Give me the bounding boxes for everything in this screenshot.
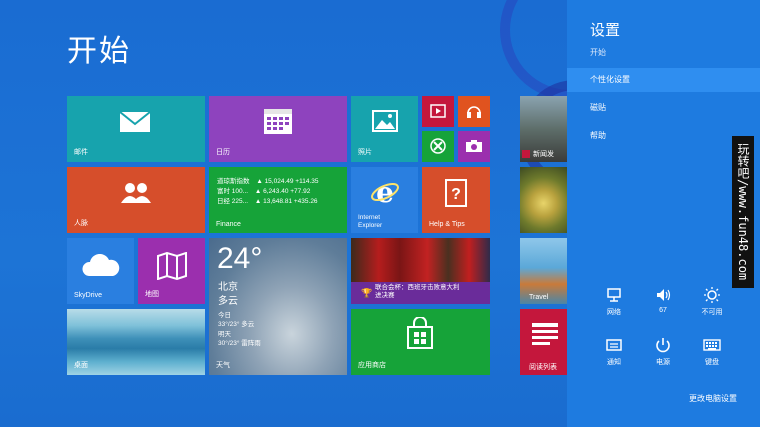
- tile-video[interactable]: [422, 96, 454, 127]
- quick-setting-label: 键盘: [705, 359, 719, 366]
- weather-temp: 24°: [217, 242, 263, 275]
- menu-personalize[interactable]: 个性化设置: [567, 68, 760, 92]
- tile-label: SkyDrive: [74, 292, 103, 299]
- video-icon: [430, 104, 446, 118]
- photos-icon: [372, 110, 398, 132]
- tile-games[interactable]: [422, 131, 454, 162]
- network-icon: [607, 288, 621, 302]
- store-bag-icon: [407, 317, 433, 349]
- tile-internet-explorer[interactable]: e Internet Explorer: [351, 167, 418, 233]
- ie-label: Internet Explorer: [358, 214, 382, 230]
- tile-label: 应用商店: [358, 362, 386, 369]
- quick-setting-label: 67: [659, 307, 667, 314]
- tile-weather[interactable]: 24° 北京 多云 今日 33°/23° 多云 明天 30°/23° 雷阵雨 天…: [209, 238, 347, 375]
- notifications-icon: [606, 339, 622, 351]
- quick-setting-notifications[interactable]: 通知: [589, 336, 639, 367]
- keyboard-icon: [703, 339, 721, 351]
- tile-label: Travel: [529, 294, 549, 301]
- tile-label: 照片: [358, 149, 372, 156]
- camera-icon: [466, 140, 482, 152]
- trophy-icon: 🏆: [361, 288, 373, 298]
- tile-label: 新闻发: [533, 151, 554, 158]
- charm-subtitle: 开始: [590, 48, 606, 57]
- tile-music[interactable]: [458, 96, 490, 127]
- ie-label-line1: Internet: [358, 214, 381, 221]
- svg-text:e: e: [376, 177, 394, 207]
- tile-skydrive[interactable]: SkyDrive: [67, 238, 134, 304]
- finance-row: 富时 100... ▲ 6,243.40 +77.92: [217, 188, 311, 195]
- quick-setting-label: 电源: [656, 359, 670, 366]
- internet-explorer-icon: e: [371, 177, 399, 207]
- tile-news[interactable]: 新闻发: [520, 96, 567, 162]
- weather-forecast: 今日 33°/23° 多云 明天 30°/23° 雷阵雨: [218, 312, 261, 348]
- svg-text:?: ?: [451, 186, 461, 203]
- tile-label: 天气: [216, 362, 230, 369]
- mail-icon: [119, 111, 151, 132]
- menu-tiles[interactable]: 磁贴: [567, 96, 760, 120]
- weather-condition: 多云: [218, 296, 238, 307]
- tile-label: Help & Tips: [429, 221, 465, 228]
- tile-label: 邮件: [74, 149, 88, 156]
- headphones-icon: [467, 106, 481, 118]
- people-icon: [121, 183, 151, 203]
- quick-setting-power[interactable]: 电源: [638, 336, 688, 367]
- change-pc-settings-link[interactable]: 更改电脑设置: [689, 393, 737, 404]
- finance-row: 道琼斯指数 ▲ 15,024.49 +114.35: [217, 178, 319, 185]
- reading-list-icon: [532, 323, 558, 345]
- tile-camera[interactable]: [458, 131, 490, 162]
- calendar-icon: [264, 109, 292, 134]
- map-icon: [157, 252, 187, 280]
- volume-icon: [657, 289, 671, 301]
- start-screen: 开始 邮件 日历 照片 人脉 道琼斯指数 ▲ 15,024.49 +114.35…: [0, 0, 567, 427]
- quick-setting-keyboard[interactable]: 键盘: [687, 336, 737, 367]
- finance-rows: 道琼斯指数 ▲ 15,024.49 +114.35 富时 100... ▲ 6,…: [217, 177, 319, 207]
- tile-people[interactable]: 人脉: [67, 167, 205, 233]
- tile-label: 阅读列表: [529, 364, 557, 371]
- tile-label: 日历: [216, 149, 230, 156]
- xbox-games-icon: [430, 138, 446, 154]
- quick-setting-label: 通知: [607, 359, 621, 366]
- cloud-icon: [82, 254, 120, 276]
- tile-maps[interactable]: 地图: [138, 238, 205, 304]
- tile-label: Finance: [216, 221, 241, 228]
- charm-title: 设置: [590, 22, 621, 39]
- forecast-tomorrow-label: 明天: [218, 331, 231, 338]
- sports-headline: 联合会杯：西班牙击败意大利 进决赛: [375, 284, 460, 299]
- tile-photos[interactable]: 照片: [351, 96, 418, 162]
- quick-setting-volume[interactable]: 67: [638, 286, 688, 314]
- brightness-icon: [704, 287, 720, 303]
- help-icon: ?: [445, 179, 467, 207]
- tile-mail[interactable]: 邮件: [67, 96, 205, 162]
- tile-desktop[interactable]: 桌面: [67, 309, 205, 375]
- watermark: 玩转吧/www.fun48.com: [732, 136, 754, 288]
- tile-reading-list[interactable]: 阅读列表: [520, 309, 567, 375]
- page-title: 开始: [67, 35, 131, 68]
- forecast-tomorrow-value: 30°/23° 雷阵雨: [218, 339, 261, 347]
- tile-store[interactable]: 应用商店: [351, 309, 490, 375]
- tile-food[interactable]: [520, 167, 567, 233]
- tile-label: 桌面: [74, 362, 88, 369]
- tile-label: 地图: [145, 291, 159, 298]
- tile-sports[interactable]: 🏆 联合会杯：西班牙击败意大利 进决赛: [351, 238, 490, 304]
- tile-calendar[interactable]: 日历: [209, 96, 347, 162]
- tile-travel[interactable]: Travel: [520, 238, 567, 304]
- tile-help-tips[interactable]: ? Help & Tips: [422, 167, 490, 233]
- quick-setting-brightness[interactable]: 不可用: [687, 286, 737, 317]
- tile-finance[interactable]: 道琼斯指数 ▲ 15,024.49 +114.35 富时 100... ▲ 6,…: [209, 167, 347, 233]
- weather-city: 北京: [218, 282, 238, 293]
- forecast-today-value: 33°/23° 多云: [218, 320, 255, 328]
- news-badge: [522, 150, 530, 158]
- power-icon: [656, 338, 670, 353]
- tile-label: 人脉: [74, 220, 88, 227]
- ie-label-line2: Explorer: [358, 222, 383, 229]
- finance-row: 日经 225... ▲ 13,648.81 +435.26: [217, 198, 318, 205]
- sports-photo: [351, 238, 490, 282]
- forecast-today-label: 今日: [218, 312, 231, 319]
- quick-setting-network[interactable]: 网络: [589, 286, 639, 317]
- quick-setting-label: 不可用: [701, 309, 723, 316]
- quick-setting-label: 网络: [607, 309, 621, 316]
